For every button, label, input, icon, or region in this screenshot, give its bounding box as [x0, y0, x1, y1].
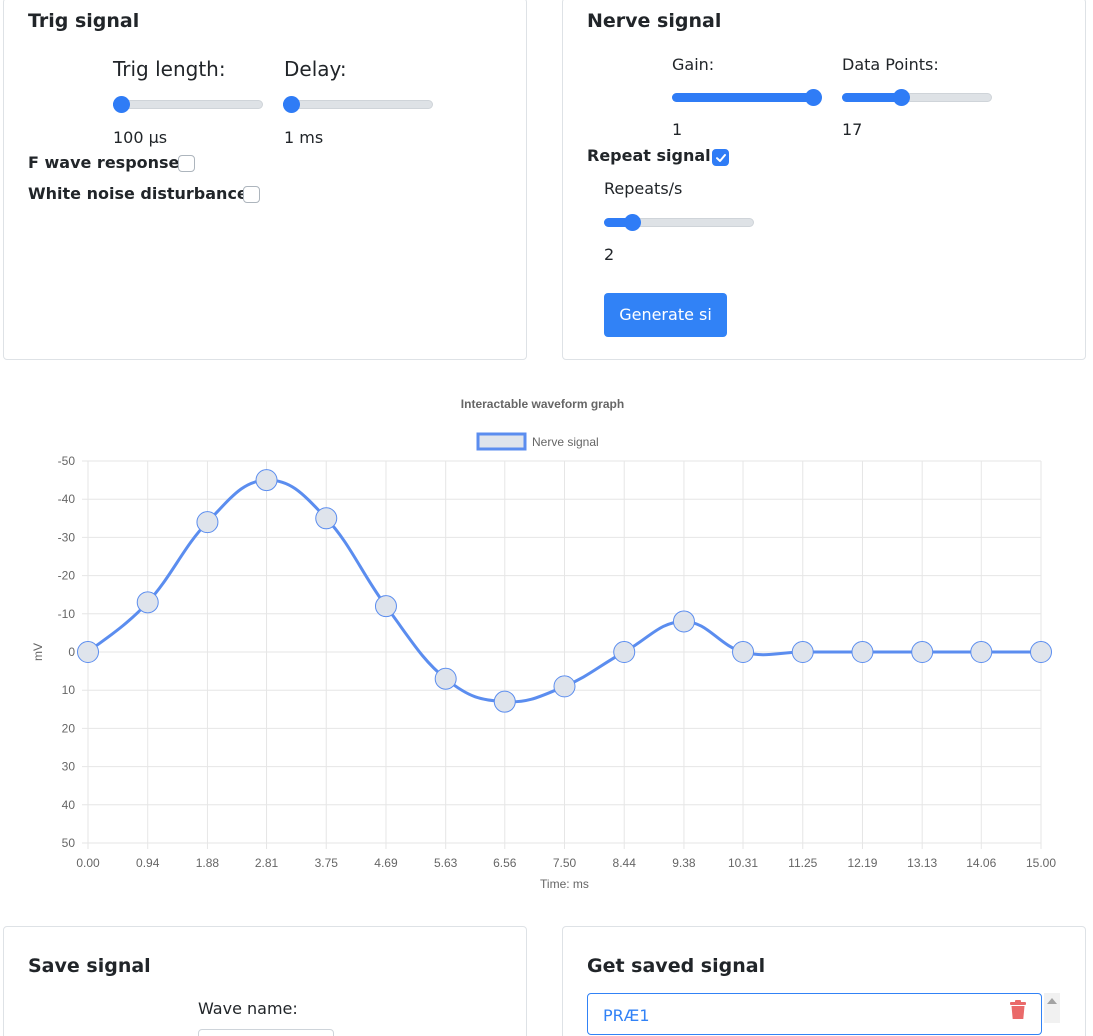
generate-signal-button[interactable]: Generate si — [604, 293, 727, 337]
get-saved-signal-title: Get saved signal — [587, 955, 766, 977]
data-points-slider[interactable] — [842, 88, 992, 108]
scroll-up-arrow-icon[interactable] — [1047, 998, 1057, 1004]
save-signal-title: Save signal — [28, 955, 151, 977]
legend-swatch — [476, 432, 527, 451]
get-saved-signal-card: Get saved signal PRÆ1 — [562, 926, 1086, 1036]
x-tick-label: 10.31 — [728, 856, 758, 870]
repeats-value: 2 — [604, 245, 615, 264]
wave-name-input[interactable] — [198, 1029, 334, 1036]
data-point[interactable] — [911, 641, 934, 663]
x-tick-label: 6.56 — [493, 856, 517, 870]
data-points-slider-thumb[interactable] — [892, 89, 910, 106]
trig-length-slider-thumb[interactable] — [113, 96, 130, 113]
y-tick-label: 40 — [62, 798, 76, 812]
y-tick-label: 10 — [62, 683, 76, 697]
gain-slider-thumb[interactable] — [805, 89, 822, 106]
gain-label: Gain: — [672, 55, 715, 74]
data-point[interactable] — [77, 641, 99, 663]
data-point[interactable] — [315, 507, 338, 530]
repeat-signal-checkbox[interactable] — [712, 149, 729, 166]
x-tick-label: 3.75 — [315, 856, 339, 870]
y-tick-label: 0 — [68, 645, 75, 659]
f-wave-checkbox[interactable] — [178, 155, 195, 172]
delay-slider-thumb[interactable] — [283, 96, 300, 113]
data-points-value: 17 — [842, 120, 863, 139]
x-axis-label: Time: ms — [540, 877, 589, 891]
x-tick-label: 12.19 — [847, 856, 877, 870]
save-signal-card: Save signal Wave name: — [3, 926, 527, 1036]
repeats-slider[interactable] — [604, 213, 754, 233]
data-point[interactable] — [196, 511, 219, 534]
trig-signal-card: Trig signal Trig length: 100 µs Delay: 1… — [3, 0, 527, 360]
legend-label: Nerve signal — [532, 435, 599, 449]
x-tick-label: 4.69 — [374, 856, 398, 870]
f-wave-label: F wave response — [28, 153, 180, 172]
y-tick-label: -10 — [58, 607, 76, 621]
y-tick-label: -40 — [58, 492, 76, 506]
trash-icon[interactable] — [1009, 1000, 1027, 1020]
data-point[interactable] — [493, 690, 516, 713]
data-point[interactable] — [791, 641, 814, 663]
x-tick-label: 9.38 — [672, 856, 696, 870]
trig-signal-title: Trig signal — [28, 10, 140, 32]
data-point[interactable] — [970, 641, 993, 663]
list-scrollbar[interactable] — [1044, 993, 1060, 1023]
delay-value: 1 ms — [284, 128, 324, 147]
gain-slider[interactable] — [672, 88, 822, 108]
x-tick-label: 14.06 — [966, 856, 996, 870]
waveform-chart[interactable]: Interactable waveform graph Nerve signal 0… — [0, 385, 1093, 905]
x-tick-label: 13.13 — [907, 856, 937, 870]
nerve-signal-card: Nerve signal Gain: 1 Data Points: 17 Rep… — [562, 0, 1086, 360]
data-point[interactable] — [732, 641, 755, 663]
data-point[interactable] — [1030, 641, 1052, 663]
data-point[interactable] — [672, 610, 695, 633]
trig-length-value: 100 µs — [113, 128, 168, 147]
data-point[interactable] — [434, 667, 457, 690]
x-tick-label: 2.81 — [255, 856, 279, 870]
y-tick-label: 50 — [62, 836, 76, 850]
trig-length-slider[interactable] — [113, 95, 263, 115]
saved-signal-item-label: PRÆ1 — [603, 1006, 650, 1025]
repeat-signal-label: Repeat signal — [587, 146, 711, 165]
saved-signal-item[interactable]: PRÆ1 — [587, 993, 1042, 1035]
x-tick-label: 8.44 — [613, 856, 637, 870]
white-noise-checkbox[interactable] — [243, 186, 260, 203]
x-tick-label: 0.94 — [136, 856, 160, 870]
data-point[interactable] — [613, 641, 636, 663]
data-point[interactable] — [374, 595, 397, 618]
data-point[interactable] — [851, 641, 874, 663]
data-point[interactable] — [255, 469, 278, 492]
white-noise-label: White noise disturbance — [28, 184, 248, 203]
y-tick-label: -50 — [58, 454, 76, 468]
wave-name-label: Wave name: — [198, 999, 298, 1018]
y-tick-label: -20 — [58, 569, 76, 583]
delay-slider[interactable] — [283, 95, 433, 115]
repeats-slider-thumb[interactable] — [623, 214, 641, 231]
data-point[interactable] — [553, 675, 576, 698]
y-tick-label: 20 — [62, 721, 76, 735]
x-tick-label: 0.00 — [76, 856, 100, 870]
delay-label: Delay: — [284, 57, 347, 81]
x-tick-label: 7.50 — [553, 856, 577, 870]
nerve-signal-title: Nerve signal — [587, 10, 722, 32]
y-tick-label: -30 — [58, 530, 76, 544]
data-point[interactable] — [136, 591, 159, 614]
x-tick-label: 1.88 — [196, 856, 220, 870]
repeats-label: Repeats/s — [604, 179, 683, 198]
trig-length-label: Trig length: — [113, 57, 226, 81]
chart-title: Interactable waveform graph — [461, 397, 624, 411]
gain-value: 1 — [672, 120, 683, 139]
x-tick-label: 15.00 — [1026, 856, 1056, 870]
y-axis-label: mV — [31, 643, 45, 661]
y-tick-label: 30 — [62, 760, 76, 774]
check-icon — [716, 154, 726, 162]
x-tick-label: 5.63 — [434, 856, 458, 870]
data-points-label: Data Points: — [842, 55, 939, 74]
x-tick-label: 11.25 — [788, 856, 817, 870]
